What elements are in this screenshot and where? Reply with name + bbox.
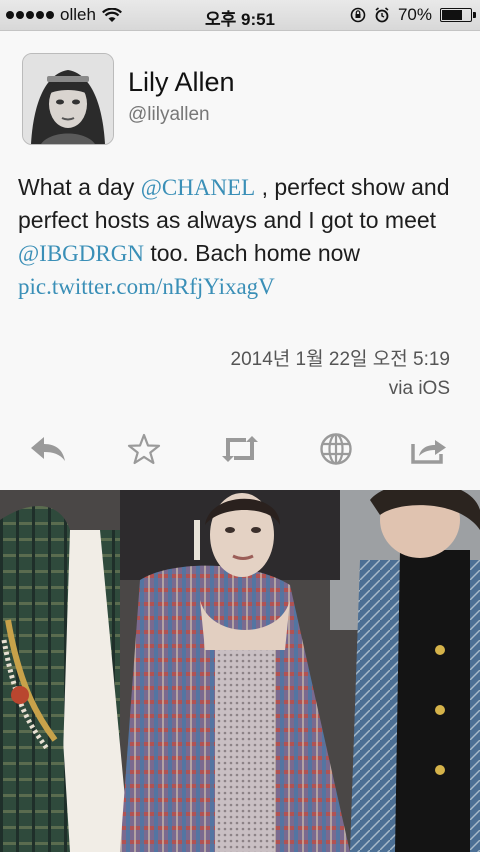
rotation-lock-icon [350, 7, 366, 23]
avatar[interactable] [22, 53, 114, 145]
mention-link[interactable]: @CHANEL [141, 175, 255, 200]
photo-image [0, 490, 480, 852]
media-link[interactable]: pic.twitter.com/nRfjYixagV [18, 270, 468, 303]
reply-button[interactable] [28, 429, 68, 469]
tweet-text-part: too. Bach home now [143, 240, 361, 266]
tweet-timestamp: 2014년 1월 22일 오전 5:19 [230, 349, 450, 370]
battery-icon [440, 8, 476, 22]
author-handle[interactable]: @lilyallen [128, 104, 210, 126]
share-button[interactable] [410, 429, 450, 469]
share-icon [411, 440, 446, 464]
star-icon [127, 433, 161, 465]
favorite-button[interactable] [124, 429, 164, 469]
status-right: 70% [350, 5, 476, 25]
tweet-photo[interactable] [0, 490, 480, 852]
open-in-browser-button[interactable] [316, 429, 356, 469]
globe-icon [320, 433, 352, 465]
tweet-text: What a day @CHANEL , perfect show and pe… [18, 171, 468, 303]
battery-percent: 70% [397, 5, 432, 24]
retweet-icon [222, 436, 258, 462]
mention-link[interactable]: @IBGDRGN [18, 241, 144, 266]
tweet-text-part: What a day [18, 174, 141, 200]
alarm-icon [375, 7, 389, 23]
reply-icon [31, 437, 65, 461]
battery-fill [442, 10, 462, 20]
tweet-source: via iOS [388, 378, 450, 399]
action-bar [0, 429, 480, 473]
tweet-detail: Lily Allen @lilyallen What a day @CHANEL… [0, 31, 480, 490]
author-name[interactable]: Lily Allen [128, 67, 235, 98]
status-bar: olleh 오후 9:51 70% [0, 0, 480, 31]
retweet-button[interactable] [220, 429, 260, 469]
